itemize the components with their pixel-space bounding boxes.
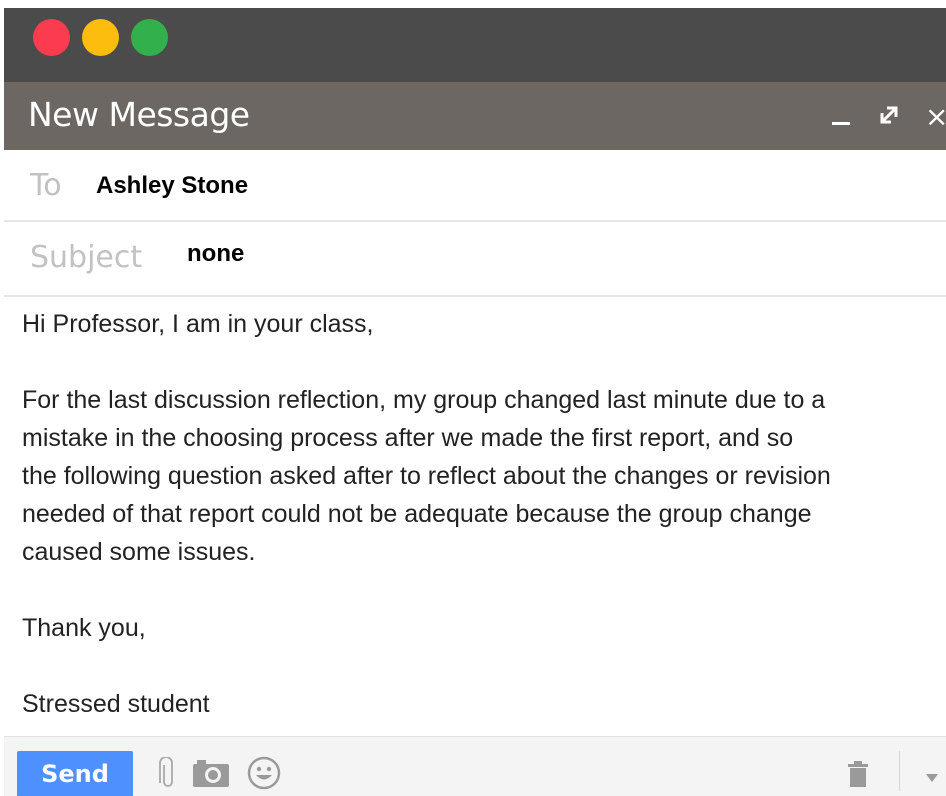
emoji-icon[interactable] (246, 755, 282, 796)
subject-label: Subject (30, 240, 143, 275)
dropdown-arrow-icon[interactable] (926, 769, 938, 787)
window-zoom-button[interactable] (131, 19, 168, 56)
to-label: To (30, 168, 62, 203)
to-row[interactable]: To Ashley Stone (4, 150, 946, 222)
compose-window: New Message × To Ashley Stone Subject no… (4, 8, 946, 796)
compose-title: New Message (28, 95, 250, 134)
toolbar-divider (899, 751, 900, 791)
subject-row[interactable]: Subject none (4, 222, 946, 297)
minimize-icon[interactable] (832, 102, 850, 125)
camera-icon[interactable] (192, 758, 230, 793)
message-body[interactable]: Hi Professor, I am in your class, For th… (22, 305, 946, 723)
paperclip-icon[interactable] (158, 756, 178, 796)
expand-icon[interactable] (876, 102, 902, 135)
window-minimize-button[interactable] (82, 19, 119, 56)
window-titlebar (4, 8, 946, 82)
close-icon[interactable]: × (925, 102, 946, 132)
compose-toolbar: Send (4, 736, 946, 796)
expand-arrow-svg (880, 106, 898, 124)
trash-icon[interactable] (847, 761, 869, 792)
window-close-button[interactable] (33, 19, 70, 56)
send-button[interactable]: Send (17, 751, 133, 796)
compose-header: New Message × (4, 82, 946, 150)
subject-input[interactable]: none (187, 240, 244, 268)
to-recipient[interactable]: Ashley Stone (96, 172, 248, 200)
